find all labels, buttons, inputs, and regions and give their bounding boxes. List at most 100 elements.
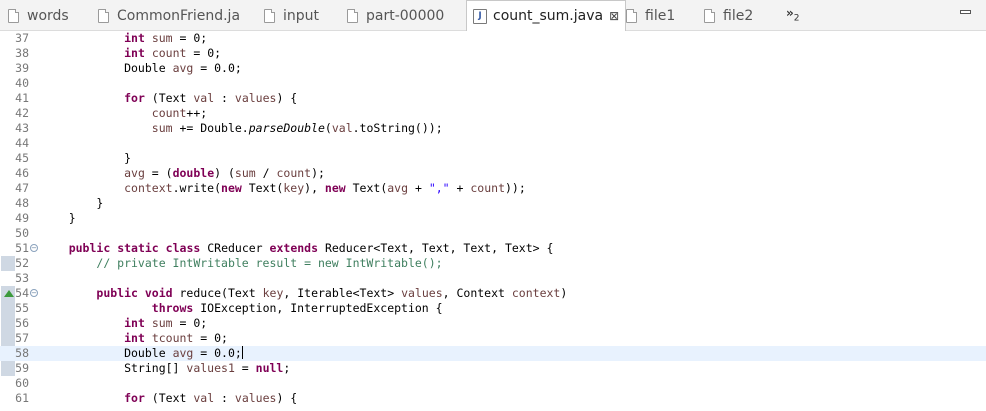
token-var: count [151, 106, 187, 120]
code-line[interactable]: 57 int tcount = 0; [0, 331, 986, 346]
token-var: values [234, 91, 277, 105]
line-number: 59 [15, 361, 29, 375]
line-number: 40 [15, 76, 29, 90]
file-icon [704, 8, 715, 23]
code-line[interactable]: 40 [0, 76, 986, 91]
token: : [214, 391, 235, 405]
token-var: count [470, 181, 505, 195]
code-line[interactable]: 46 avg = (double) (sum / count); [0, 166, 986, 181]
tab-file2[interactable]: file2 [704, 0, 753, 31]
code-line-current[interactable]: 58 Double avg = 0.0; [0, 346, 986, 361]
code-text: count++; [41, 106, 207, 121]
line-number: 42 [15, 106, 29, 120]
line-number: 48 [15, 196, 29, 210]
token: (Text [144, 91, 194, 105]
token-var: count [151, 46, 187, 60]
token: ) { [276, 91, 298, 105]
fold-toggle-icon[interactable]: − [30, 289, 38, 297]
token-var: val [193, 91, 215, 105]
token: } [41, 211, 76, 225]
override-indicator-icon[interactable] [4, 290, 14, 297]
code-line[interactable]: 47 context.write(new Text(key), new Text… [0, 181, 986, 196]
token-it: parseDouble [248, 121, 325, 135]
token-kw: void [144, 286, 173, 300]
tab-part-00000[interactable]: part-00000 [347, 0, 444, 31]
token-kw: public [68, 241, 111, 255]
token: = 0.0; [193, 346, 242, 360]
line-number: 44 [15, 136, 29, 150]
code-line[interactable]: 56 int sum = 0; [0, 316, 986, 331]
code-line[interactable]: 53 [0, 271, 986, 286]
code-line[interactable]: 54− public void reduce(Text key, Iterabl… [0, 286, 986, 301]
code-text: int tcount = 0; [41, 331, 228, 346]
code-line[interactable]: 44 [0, 136, 986, 151]
tab-overflow-button[interactable]: »2 [786, 6, 800, 23]
line-number: 58 [15, 346, 29, 360]
tab-label: file2 [723, 7, 754, 24]
code-line[interactable]: 38 int count = 0; [0, 46, 986, 61]
token-var: avg [387, 181, 409, 195]
tab-file1[interactable]: file1 [626, 0, 675, 31]
code-line[interactable]: 52 // private IntWritable result = new I… [0, 256, 986, 271]
tab-commonfriend[interactable]: CommonFriend.ja [98, 0, 240, 31]
tab-label: CommonFriend.ja [117, 7, 241, 24]
code-line[interactable]: 37 int sum = 0; [0, 31, 986, 46]
token-var: sum [151, 121, 173, 135]
token: : [214, 91, 235, 105]
token: ); [311, 166, 325, 180]
tab-label: file1 [645, 7, 676, 24]
code-line[interactable]: 43 sum += Double.parseDouble(val.toStrin… [0, 121, 986, 136]
token: Text( [241, 181, 284, 195]
token-kw: new [221, 181, 242, 195]
token-kw: int [124, 331, 145, 345]
code-text: int sum = 0; [41, 31, 207, 46]
code-text: for (Text val : values) { [41, 391, 297, 406]
token: , Context [442, 286, 512, 300]
code-text: } [41, 211, 76, 226]
code-line[interactable]: 42 count++; [0, 106, 986, 121]
fold-toggle-icon[interactable]: − [30, 244, 38, 252]
token-var: val [331, 121, 353, 135]
close-icon[interactable]: ⊠ [609, 9, 619, 23]
token: , Iterable<Text> [283, 286, 402, 300]
code-line[interactable]: 41 for (Text val : values) { [0, 91, 986, 106]
line-number: 45 [15, 151, 29, 165]
code-line[interactable]: 50 [0, 226, 986, 241]
token-var: values [234, 391, 277, 405]
code-line[interactable]: 51− public static class CReducer extends… [0, 241, 986, 256]
code-line[interactable]: 39 Double avg = 0.0; [0, 61, 986, 76]
token: = 0; [172, 316, 208, 330]
token: IOException, InterruptedException { [193, 301, 443, 315]
token-var: values1 [186, 361, 235, 375]
line-number: 53 [15, 271, 29, 285]
code-editor[interactable]: 37 int sum = 0; 38 int count = 0; 39 Doubl… [0, 31, 986, 411]
tab-label: words [27, 7, 69, 24]
code-text: avg = (double) (sum / count); [41, 166, 325, 181]
code-line[interactable]: 49 } [0, 211, 986, 226]
token: ), [304, 181, 325, 195]
line-number: 51 [15, 241, 29, 255]
token: CReducer [200, 241, 270, 255]
tab-words[interactable]: words [8, 0, 69, 31]
token-var: count [276, 166, 312, 180]
tab-count-sum-java[interactable]: Jcount_sum.java ⊠ [466, 0, 627, 31]
code-line[interactable]: 61 for (Text val : values) { [0, 391, 986, 406]
code-text: // private IntWritable result = new IntW… [41, 256, 442, 271]
code-line[interactable]: 45 } [0, 151, 986, 166]
token-var: sum [151, 31, 173, 45]
token: Text( [345, 181, 388, 195]
code-line[interactable]: 59 String[] values1 = null; [0, 361, 986, 376]
code-line[interactable]: 48 } [0, 196, 986, 211]
code-line[interactable]: 55 throws IOException, InterruptedExcept… [0, 301, 986, 316]
code-line[interactable]: 60 [0, 376, 986, 391]
tab-input[interactable]: input [264, 0, 319, 31]
overflow-count: 2 [793, 13, 800, 24]
token-var: key [262, 286, 284, 300]
minimize-icon[interactable] [960, 10, 971, 14]
